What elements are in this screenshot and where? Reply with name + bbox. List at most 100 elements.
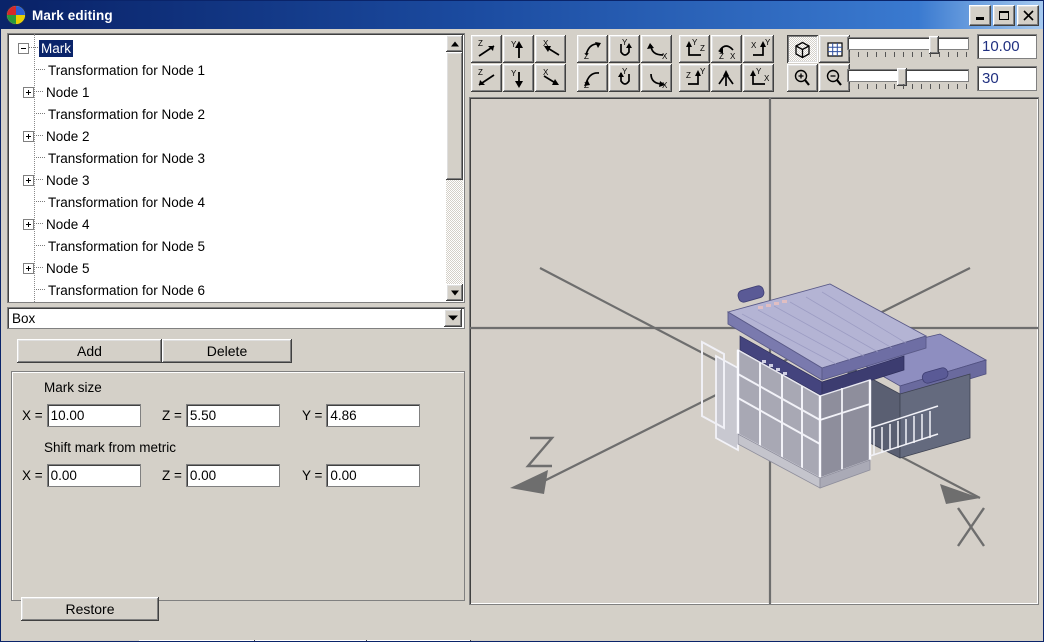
scrollbar-thumb[interactable]	[446, 52, 463, 180]
tree-connector-icon	[34, 135, 43, 137]
translate-z-negative[interactable]: Z	[471, 64, 502, 92]
shift-x-label: X =	[22, 468, 43, 483]
translate-x-negative[interactable]: X	[535, 64, 566, 92]
tree-item-label: Node 1	[44, 84, 92, 101]
rotate-z-counterclockwise[interactable]: Z	[577, 64, 608, 92]
tree-connector-icon	[34, 267, 43, 269]
scrollbar-track[interactable]	[446, 52, 463, 284]
grid-view-toggle[interactable]	[819, 35, 850, 63]
chevron-down-icon[interactable]	[444, 309, 462, 327]
mark-size-z-input[interactable]: 5.50	[186, 404, 280, 427]
view-yx-plane[interactable]: YX	[743, 64, 774, 92]
tree-connector-icon	[34, 91, 43, 93]
delete-button[interactable]: Delete	[162, 339, 292, 363]
svg-text:Y: Y	[511, 40, 517, 49]
translate-z-positive[interactable]: Z	[471, 35, 502, 63]
scroll-down-button[interactable]	[446, 284, 463, 301]
angle-step-slider-track[interactable]	[847, 69, 969, 82]
mark-size-x-label: X =	[22, 408, 43, 423]
tree-item-label: Transformation for Node 4	[46, 194, 207, 211]
angle-step-slider[interactable]	[847, 69, 969, 95]
restore-button[interactable]: Restore	[21, 597, 159, 621]
tree-connector-icon	[34, 179, 43, 181]
tree-item-1[interactable]: Transformation for Node 1	[8, 59, 446, 81]
solid-view-toggle[interactable]	[787, 35, 818, 63]
tree-scrollbar[interactable]	[446, 35, 463, 301]
svg-text:Z: Z	[478, 39, 483, 48]
rotate-x-clockwise[interactable]: X	[641, 35, 672, 63]
translate-y-positive[interactable]: Y	[503, 35, 534, 63]
display-button-group	[787, 35, 850, 92]
step-size-slider-ticks	[849, 52, 967, 59]
scroll-up-button[interactable]	[446, 35, 463, 52]
minimize-button[interactable]	[969, 5, 991, 26]
add-button[interactable]: Add	[17, 339, 162, 363]
step-size-slider[interactable]	[847, 37, 969, 63]
tree-item-8[interactable]: Node 4	[8, 213, 446, 235]
expand-icon[interactable]	[23, 175, 34, 186]
rotate-y-counterclockwise[interactable]: Y	[609, 64, 640, 92]
zoom-out-button[interactable]	[819, 64, 850, 92]
translate-y-negative[interactable]: Y	[503, 64, 534, 92]
shift-z-row: Z = 0.00	[162, 464, 280, 487]
shift-x-input[interactable]: 0.00	[47, 464, 141, 487]
maximize-button[interactable]	[993, 5, 1015, 26]
window-title: Mark editing	[32, 8, 113, 23]
expand-icon[interactable]	[23, 87, 34, 98]
mark-size-z-label: Z =	[162, 408, 182, 423]
mark-size-x-input[interactable]: 10.00	[47, 404, 141, 427]
step-size-value[interactable]: 10.00	[977, 34, 1037, 59]
viewport-scene	[470, 98, 1038, 604]
tree-item-3[interactable]: Transformation for Node 2	[8, 103, 446, 125]
mark-editing-dialog: Mark editing MarkTransformation for Node…	[0, 0, 1044, 642]
view-isometric[interactable]	[711, 64, 742, 92]
step-size-slider-track[interactable]	[847, 37, 969, 50]
tree-item-2[interactable]: Node 1	[8, 81, 446, 103]
mark-size-y-input[interactable]: 4.86	[326, 404, 420, 427]
node-tree[interactable]: MarkTransformation for Node 1 Node 1 Trans…	[7, 33, 465, 303]
tree-item-label: Transformation for Node 2	[46, 106, 207, 123]
svg-text:X: X	[662, 81, 668, 90]
expand-icon[interactable]	[23, 131, 34, 142]
view-xy-plane[interactable]: XY	[743, 35, 774, 63]
expand-icon[interactable]	[23, 219, 34, 230]
tree-item-5[interactable]: Transformation for Node 3	[8, 147, 446, 169]
tree-item-label: Node 3	[44, 172, 92, 189]
tree-item-4[interactable]: Node 2	[8, 125, 446, 147]
svg-text:Y: Y	[765, 38, 771, 47]
tree-item-9[interactable]: Transformation for Node 5	[8, 235, 446, 257]
view-zy-plane[interactable]: ZY	[679, 64, 710, 92]
shift-z-input[interactable]: 0.00	[186, 464, 280, 487]
mark-size-x-row: X = 10.00	[22, 404, 141, 427]
rotate-x-counterclockwise[interactable]: X	[641, 64, 672, 92]
rotate-y-clockwise[interactable]: Y	[609, 35, 640, 63]
tree-item-0[interactable]: Mark	[8, 37, 446, 59]
svg-text:Y: Y	[700, 67, 706, 76]
view-zx-plane[interactable]: ZX	[711, 35, 742, 63]
tree-connector-icon	[36, 157, 45, 159]
mark-type-value: Box	[8, 311, 444, 326]
shift-y-label: Y =	[302, 468, 322, 483]
collapse-icon[interactable]	[18, 43, 29, 54]
mark-type-combobox[interactable]: Box	[7, 307, 465, 329]
rotate-z-clockwise[interactable]: Z	[577, 35, 608, 63]
tree-item-10[interactable]: Node 5	[8, 257, 446, 279]
tree-item-7[interactable]: Transformation for Node 4	[8, 191, 446, 213]
angle-step-value[interactable]: 30	[977, 66, 1037, 91]
expand-icon[interactable]	[23, 263, 34, 274]
view-yz-plane[interactable]: YZ	[679, 35, 710, 63]
svg-text:Y: Y	[622, 67, 628, 76]
close-button[interactable]	[1017, 5, 1039, 26]
model-viewport[interactable]	[469, 97, 1039, 605]
tree-connector-icon	[36, 245, 45, 247]
shift-y-input[interactable]: 0.00	[326, 464, 420, 487]
tree-item-11[interactable]: Transformation for Node 6	[8, 279, 446, 301]
app-globe-icon	[6, 5, 26, 25]
translate-x-positive[interactable]: X	[535, 35, 566, 63]
zoom-in-button[interactable]	[787, 64, 818, 92]
svg-text:Y: Y	[622, 38, 628, 47]
svg-text:Y: Y	[756, 67, 762, 76]
transform-toolbar: ZYXZYX ZYXZYX YZZXXYZYYX	[469, 33, 1039, 97]
tree-item-6[interactable]: Node 3	[8, 169, 446, 191]
axis-label-x	[958, 508, 984, 546]
